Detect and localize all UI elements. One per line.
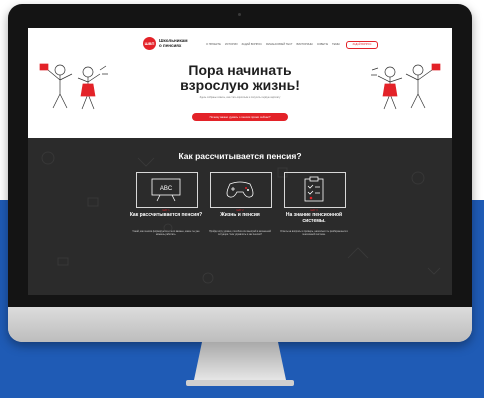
logo-text[interactable]: Школьникам о пенсиях <box>159 38 199 48</box>
nav-item-quizzes[interactable]: ВИКТОРИНЫ <box>296 43 312 46</box>
top-navigation: О ПРОЕКТЕ ИСТОРИИ ЗАДАЙ ВОПРОС ФИНАНСОВЫ… <box>206 43 340 46</box>
card-3-title: На знание пенсионной системы. <box>285 212 343 224</box>
camera-icon <box>238 13 241 16</box>
card-2-title: Жизнь и пенсия <box>220 212 260 218</box>
classroom-board-icon: ABC <box>151 178 181 202</box>
ask-question-button[interactable]: ЗАДАЙ ВОПРОС <box>346 41 378 49</box>
hero-title: Пора начинать взрослую жизнь! <box>28 63 452 93</box>
hero-subtitle: Здесь собраны советы, как стать взрослым… <box>199 96 281 99</box>
card-1-text: Узнай, как пенсия формируется и чего важ… <box>132 230 200 237</box>
card-1-title: Как рассчитывается пенсия? <box>129 212 203 218</box>
gamepad-icon <box>226 181 254 198</box>
logo-icon[interactable]: ШВП <box>143 37 156 50</box>
card-3-text: Ответь на вопросы и проверь, насколько т… <box>280 230 348 237</box>
nav-item-tips[interactable]: СОВЕТЫ <box>317 43 328 46</box>
quiz-checklist-icon <box>304 176 324 202</box>
imac-chin <box>8 307 472 342</box>
nav-item-ask[interactable]: ЗАДАЙ ВОПРОС <box>241 43 262 46</box>
nav-item-stories[interactable]: ИСТОРИИ <box>225 43 238 46</box>
website-screen: ШВП Школьникам о пенсиях О ПРОЕКТЕ ИСТОР… <box>28 28 452 295</box>
pension-section: Как рассчитывается пенсия? ABC ШАГ 1 Как… <box>28 138 452 295</box>
cta-button[interactable]: Почему важно думать о пенсии прямо сейча… <box>192 113 288 121</box>
logo-line-2: о пенсиях <box>159 43 182 48</box>
nav-item-about[interactable]: О ПРОЕКТЕ <box>206 43 221 46</box>
imac-stand <box>186 342 294 386</box>
hero-title-line-1: Пора начинать <box>188 62 292 78</box>
hero-title-line-2: взрослую жизнь! <box>180 77 300 93</box>
nav-item-topics[interactable]: ТЕМЫ <box>332 43 340 46</box>
nav-item-finance-test[interactable]: ФИНАНСОВЫЙ ТЕСТ <box>266 43 292 46</box>
card-2-text: Пройди игру уровня, пособия или выиграй … <box>209 230 271 237</box>
hero-section: ШВП Школьникам о пенсиях О ПРОЕКТЕ ИСТОР… <box>28 28 452 138</box>
board-label: ABC <box>160 186 173 192</box>
section-title: Как рассчитывается пенсия? <box>178 151 302 161</box>
